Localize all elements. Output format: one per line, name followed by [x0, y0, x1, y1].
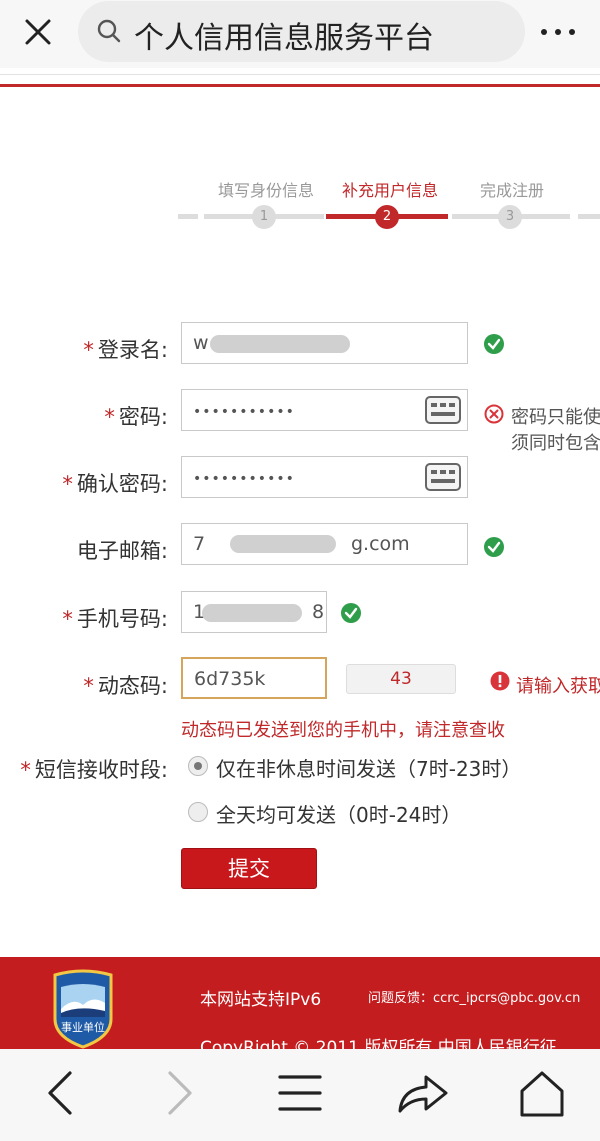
ipv6-support-text: 本网站支持IPv6 — [200, 990, 322, 1010]
keyboard-icon[interactable] — [425, 462, 461, 492]
forward-arrow-icon[interactable] — [150, 1065, 210, 1121]
confirm-password-input[interactable]: ••••••••••• — [181, 456, 468, 498]
error-circle-icon — [484, 404, 504, 424]
close-icon[interactable] — [18, 12, 58, 52]
check-icon — [484, 537, 504, 557]
sms-period-option-allday[interactable]: 全天均可发送（0时-24时） — [216, 799, 461, 828]
sms-period-radio-allday[interactable] — [188, 802, 208, 822]
public-institution-badge-icon: 事业单位 — [49, 969, 117, 1049]
step-1-label: 填写身份信息 — [218, 181, 315, 200]
more-menu-icon[interactable] — [538, 18, 578, 46]
share-icon[interactable] — [392, 1065, 452, 1121]
password-input[interactable]: ••••••••••• — [181, 389, 468, 431]
back-arrow-icon[interactable] — [30, 1065, 90, 1121]
address-bar[interactable]: 个人信用信息服务平台 — [78, 1, 525, 62]
browser-bottom-nav — [0, 1049, 600, 1141]
email-input[interactable]: 7 g.com — [181, 523, 468, 565]
dynamic-code-input[interactable]: 6d735k — [181, 657, 327, 699]
dynamic-code-label: * 动态码: — [83, 674, 168, 698]
step-track — [578, 214, 600, 219]
step-2-dot: 2 — [375, 205, 399, 229]
code-sent-notice: 动态码已发送到您的手机中，请注意查收 — [181, 720, 505, 741]
email-label: 电子邮箱: — [76, 539, 168, 563]
password-hint: 密码只能使 须同时包含 — [511, 407, 600, 454]
check-icon — [341, 603, 361, 623]
step-track — [178, 214, 198, 219]
step-1-dot: 1 — [252, 205, 276, 229]
search-icon — [96, 18, 122, 44]
login-name-input[interactable]: w — [181, 322, 468, 364]
divider — [0, 74, 600, 75]
phone-label: * 手机号码: — [62, 607, 168, 631]
password-label: * 密码: — [104, 405, 168, 429]
browser-top-bar: 个人信用信息服务平台 — [0, 0, 600, 68]
page-title: 个人信用信息服务平台 — [134, 21, 434, 56]
step-3-label: 完成注册 — [480, 181, 545, 200]
sms-period-radio-daytime[interactable] — [188, 756, 208, 776]
error-info-icon — [490, 671, 510, 691]
sms-period-option-daytime[interactable]: 仅在非休息时间发送（7时-23时） — [216, 753, 521, 782]
feedback-email-link[interactable]: 问题反馈：ccrc_ipcrs@pbc.gov.cn — [368, 987, 580, 1006]
svg-text:事业单位: 事业单位 — [61, 1020, 105, 1034]
redaction-mask — [210, 335, 350, 353]
step-3-dot: 3 — [498, 205, 522, 229]
keyboard-icon[interactable] — [425, 395, 461, 425]
phone-input[interactable]: 1 8 — [181, 591, 327, 633]
redaction-mask — [230, 535, 336, 553]
login-name-label: * 登录名: — [83, 338, 168, 362]
step-2-label: 补充用户信息 — [342, 181, 439, 200]
sms-period-label: * 短信接收时段: — [20, 758, 168, 782]
dynamic-code-error: 请输入获取 — [516, 676, 600, 697]
menu-hamburger-icon[interactable] — [270, 1065, 330, 1121]
resend-code-countdown-button[interactable]: 43 — [346, 664, 456, 694]
header-red-divider — [0, 84, 600, 87]
home-icon[interactable] — [512, 1065, 572, 1121]
site-footer: 事业单位 本网站支持IPv6 问题反馈：ccrc_ipcrs@pbc.gov.c… — [0, 957, 600, 1049]
confirm-password-label: * 确认密码: — [62, 472, 168, 496]
submit-button[interactable]: 提交 — [181, 848, 317, 889]
check-icon — [484, 334, 504, 354]
copyright-text: CopyRight © 2011 版权所有 中国人民银行征 — [200, 1038, 557, 1049]
redaction-mask — [202, 604, 302, 622]
